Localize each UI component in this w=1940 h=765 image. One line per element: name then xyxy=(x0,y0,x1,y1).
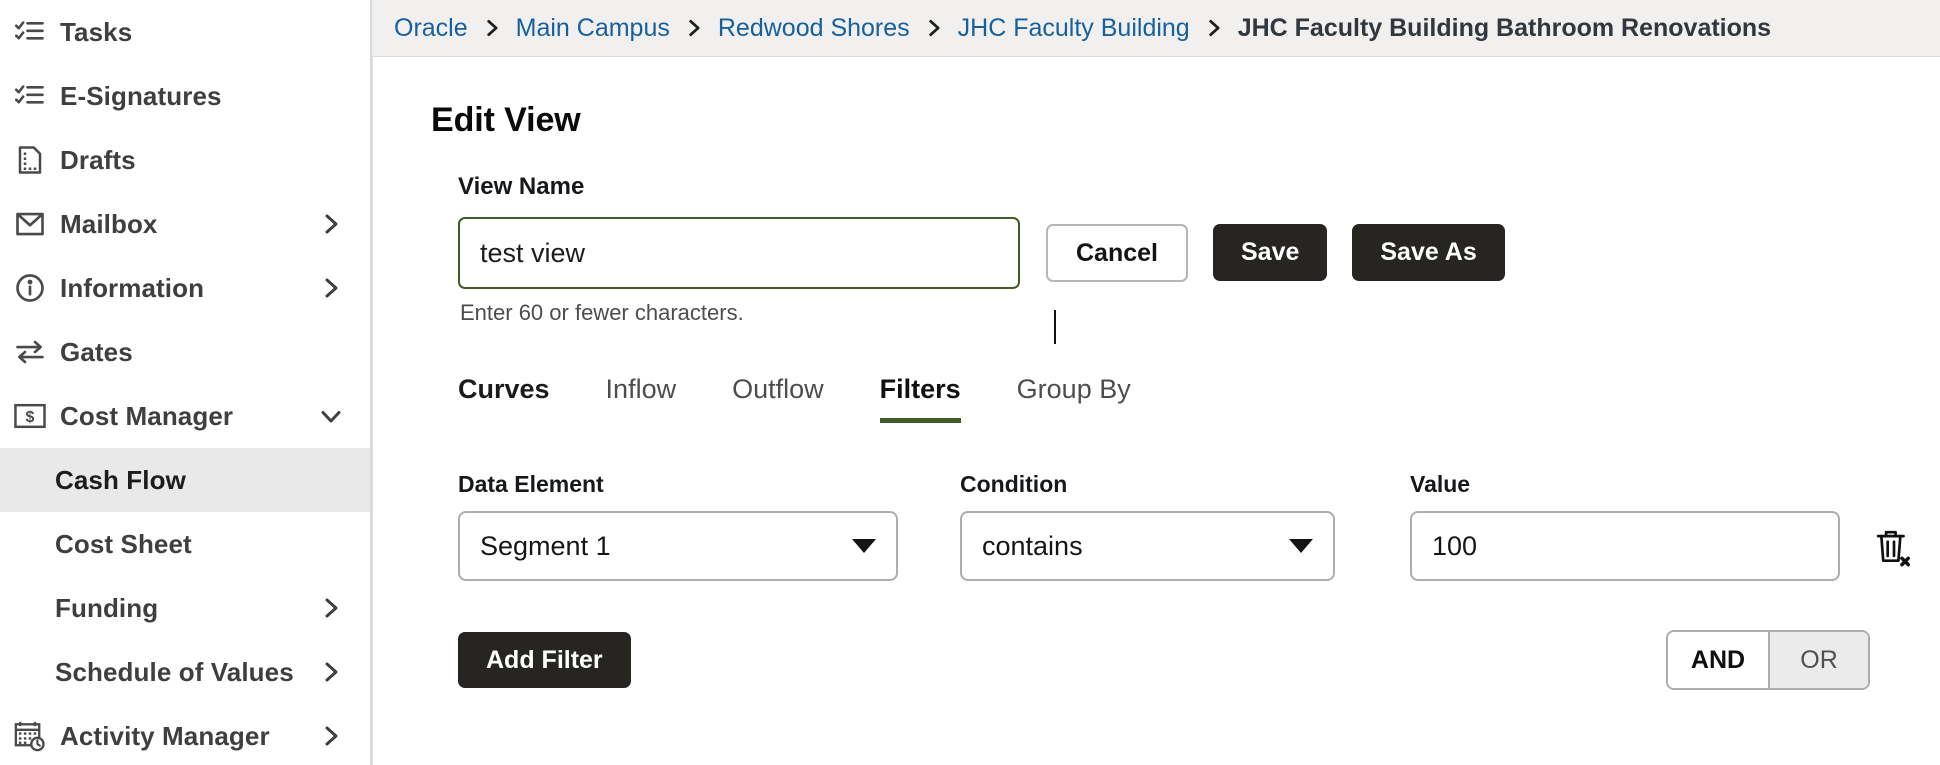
breadcrumb-current-page: JHC Faculty Building Bathroom Renovation… xyxy=(1237,13,1772,42)
sidebar-item-label: Cost Manager xyxy=(60,400,234,431)
save-button[interactable]: Save xyxy=(1212,224,1328,281)
main-region: Oracle Main Campus Redwood Shores JHC Fa… xyxy=(372,0,1940,765)
view-name-label: View Name xyxy=(458,173,585,200)
chevron-down-icon[interactable] xyxy=(318,403,344,429)
text-cursor xyxy=(1054,310,1056,344)
view-name-row: Cancel Save Save As xyxy=(458,217,1940,289)
tab-bar: Curves Inflow Outflow Filters Group By xyxy=(458,361,1940,423)
sidebar-item-e-signatures[interactable]: E-Signatures xyxy=(0,64,370,128)
condition-select[interactable]: contains xyxy=(960,511,1335,581)
chevron-right-icon[interactable] xyxy=(318,659,344,685)
info-circle-icon xyxy=(0,273,60,303)
checklist-icon xyxy=(0,81,60,111)
tab-outflow[interactable]: Outflow xyxy=(732,374,824,423)
value-input[interactable] xyxy=(1410,511,1840,581)
dollar-box-icon: $ xyxy=(0,403,60,429)
tab-curves[interactable]: Curves xyxy=(458,374,550,423)
sidebar-item-label: E-Signatures xyxy=(60,80,222,111)
chevron-right-icon[interactable] xyxy=(318,723,344,749)
breadcrumb-link-main-campus[interactable]: Main Campus xyxy=(516,14,670,43)
sidebar-item-mailbox[interactable]: Mailbox xyxy=(0,192,370,256)
condition-value: contains xyxy=(982,530,1083,561)
sidebar-item-label: Schedule of Values xyxy=(55,656,294,687)
sidebar-item-cash-flow[interactable]: Cash Flow xyxy=(0,448,370,512)
save-as-button[interactable]: Save As xyxy=(1352,224,1505,281)
value-field: Value xyxy=(1410,471,1840,581)
filter-row: Data Element Segment 1 Condition contain… xyxy=(373,471,1940,581)
breadcrumb-link-jhc-faculty-building[interactable]: JHC Faculty Building xyxy=(958,14,1190,43)
content-panel: Edit View View Name Cancel Save Save As … xyxy=(372,57,1940,765)
chevron-down-icon xyxy=(1289,539,1313,553)
sidebar-item-tasks[interactable]: Tasks xyxy=(0,0,370,64)
chevron-right-icon[interactable] xyxy=(318,595,344,621)
view-name-input[interactable] xyxy=(458,217,1020,289)
sidebar-item-label: Mailbox xyxy=(60,208,158,239)
chevron-right-icon xyxy=(684,16,704,40)
condition-field: Condition contains xyxy=(960,471,1335,581)
filter-actions-row: Add Filter AND OR xyxy=(373,630,1940,690)
document-icon xyxy=(0,145,60,175)
exchange-arrows-icon xyxy=(0,337,60,367)
data-element-value: Segment 1 xyxy=(480,530,611,561)
sidebar-item-cost-manager[interactable]: $ Cost Manager xyxy=(0,384,370,448)
sidebar-item-label: Activity Manager xyxy=(60,720,270,751)
sidebar-item-label: Funding xyxy=(55,592,159,623)
chevron-down-icon xyxy=(852,539,876,553)
tab-filters[interactable]: Filters xyxy=(879,374,961,423)
data-element-select[interactable]: Segment 1 xyxy=(458,511,898,581)
chevron-right-icon xyxy=(482,16,502,40)
page-title: Edit View xyxy=(431,101,581,139)
sidebar-item-funding[interactable]: Funding xyxy=(0,576,370,640)
sidebar-item-label: Gates xyxy=(60,336,133,367)
tab-inflow[interactable]: Inflow xyxy=(606,374,677,423)
condition-label: Condition xyxy=(960,471,1068,497)
checklist-icon xyxy=(0,17,60,47)
add-filter-button[interactable]: Add Filter xyxy=(458,632,631,688)
logic-toggle-or[interactable]: OR xyxy=(1768,632,1868,688)
svg-text:$: $ xyxy=(26,409,35,426)
envelope-icon xyxy=(0,209,60,239)
sidebar-item-activity-manager[interactable]: Activity Manager xyxy=(0,704,370,765)
chevron-right-icon[interactable] xyxy=(318,211,344,237)
cancel-button[interactable]: Cancel xyxy=(1046,224,1188,282)
logic-toggle-and[interactable]: AND xyxy=(1668,632,1768,688)
tab-group-by[interactable]: Group By xyxy=(1017,374,1131,423)
sidebar-item-schedule-of-values[interactable]: Schedule of Values xyxy=(0,640,370,704)
value-label: Value xyxy=(1410,471,1471,497)
sidebar-item-gates[interactable]: Gates xyxy=(0,320,370,384)
sidebar-item-label: Drafts xyxy=(60,144,136,175)
chevron-right-icon[interactable] xyxy=(318,275,344,301)
view-name-hint: Enter 60 or fewer characters. xyxy=(460,300,744,325)
sidebar-navigation: Tasks E-Signatures Drafts Mailbox Inform… xyxy=(0,0,372,765)
data-element-label: Data Element xyxy=(458,471,604,497)
sidebar-item-label: Tasks xyxy=(60,16,133,47)
sidebar-item-label: Cash Flow xyxy=(55,464,186,495)
breadcrumb: Oracle Main Campus Redwood Shores JHC Fa… xyxy=(372,0,1940,57)
sidebar-item-label: Cost Sheet xyxy=(55,528,192,559)
sidebar-item-label: Information xyxy=(60,272,205,303)
logic-toggle: AND OR xyxy=(1666,630,1870,690)
sidebar-item-drafts[interactable]: Drafts xyxy=(0,128,370,192)
trash-delete-icon[interactable] xyxy=(1872,521,1916,575)
chevron-right-icon xyxy=(924,16,944,40)
data-element-field: Data Element Segment 1 xyxy=(458,471,898,581)
sidebar-item-cost-sheet[interactable]: Cost Sheet xyxy=(0,512,370,576)
sidebar-item-information[interactable]: Information xyxy=(0,256,370,320)
breadcrumb-link-redwood-shores[interactable]: Redwood Shores xyxy=(718,14,910,43)
calendar-clock-icon xyxy=(0,720,60,752)
breadcrumb-link-oracle[interactable]: Oracle xyxy=(394,14,468,43)
chevron-right-icon xyxy=(1204,16,1224,40)
app-root: Tasks E-Signatures Drafts Mailbox Inform… xyxy=(0,0,1940,765)
